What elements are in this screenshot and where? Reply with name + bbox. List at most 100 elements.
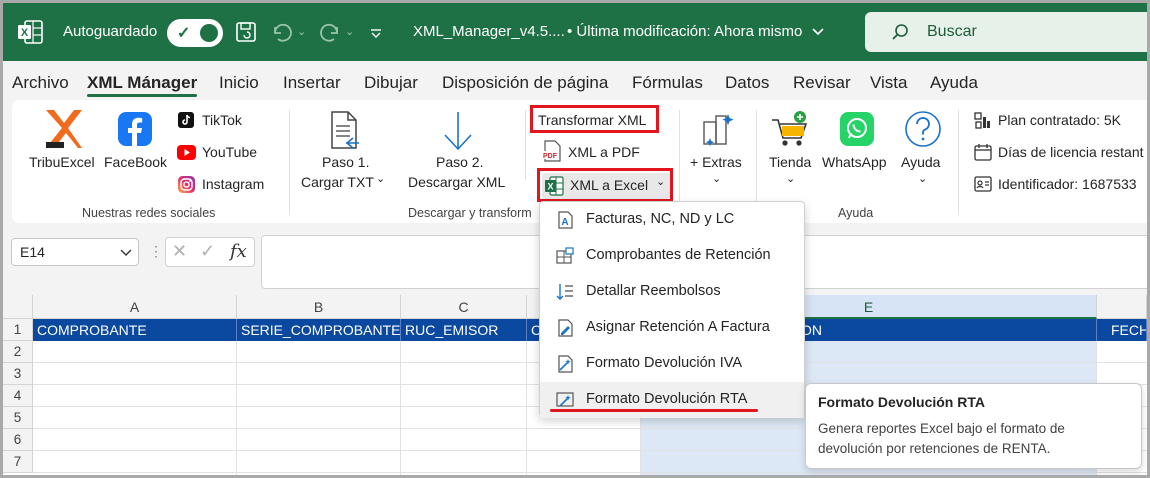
instagram-button[interactable]: Instagram [176, 174, 276, 196]
ayuda-button[interactable]: Ayuda ⌄ [896, 108, 950, 194]
svg-text:X: X [21, 27, 29, 39]
column-header-c[interactable]: C [401, 295, 527, 319]
chevron-down-icon: ⌄ [918, 173, 928, 185]
menu-item-label: Comprobantes de Retención [586, 247, 771, 263]
step1-label-2: Cargar TXT [301, 174, 374, 190]
row-header[interactable]: 1 [3, 319, 33, 341]
menu-item-label: Formato Devolución IVA [586, 355, 743, 371]
grid-line [33, 472, 1147, 473]
confirm-icon[interactable]: ✓ [200, 241, 215, 262]
youtube-icon [177, 145, 196, 160]
toggle-knob [200, 24, 218, 42]
header-cell-ruc[interactable]: RUC_EMISOR [401, 319, 527, 341]
undo-dropdown-icon[interactable]: ⌄ [297, 25, 306, 38]
tab-vista[interactable]: Vista [870, 73, 908, 93]
xml-pdf-button[interactable]: PDF XML a PDF [542, 140, 652, 166]
whatsapp-button[interactable]: WhatsApp [820, 108, 894, 194]
extras-button[interactable]: + Extras ⌄ [686, 108, 748, 194]
youtube-label: YouTube [202, 144, 258, 160]
menu-item-devolucion-rta[interactable]: Formato Devolución RTA [540, 382, 804, 418]
retention-grid-icon [556, 247, 574, 264]
search-box[interactable]: Buscar [865, 12, 1147, 52]
grid-line [400, 341, 401, 475]
assign-edit-icon [558, 319, 573, 337]
row-header[interactable]: 6 [3, 429, 33, 451]
row-header[interactable]: 2 [3, 341, 33, 363]
step1-label-1: Paso 1. [322, 154, 370, 170]
tiktok-button[interactable]: TikTok [176, 110, 276, 132]
name-box[interactable]: E14 [11, 238, 139, 266]
row-header[interactable]: 3 [3, 363, 33, 385]
tab-revisar[interactable]: Revisar [793, 73, 851, 93]
column-header-a[interactable]: A [33, 295, 237, 319]
license-days-info: Días de licencia restant [972, 142, 1147, 164]
header-cell-serie[interactable]: SERIE_COMPROBANTE [237, 319, 401, 341]
group-separator [289, 110, 290, 214]
tooltip: Formato Devolución RTA Genera reportes E… [805, 383, 1142, 469]
header-cell-comprobante[interactable]: COMPROBANTE [33, 319, 237, 341]
tribuexcel-button[interactable]: TribuExcel [24, 108, 100, 178]
autosave-toggle[interactable]: ✓ [167, 19, 223, 47]
chevron-down-icon [120, 249, 132, 256]
tab-archivo[interactable]: Archivo [12, 73, 69, 93]
highlight-box [537, 168, 673, 202]
select-all-corner[interactable] [3, 295, 33, 319]
column-header-f[interactable] [1097, 295, 1147, 319]
tab-xml-manager[interactable]: XML Mánager [87, 73, 197, 93]
tab-dibujar[interactable]: Dibujar [364, 73, 418, 93]
tab-formulas[interactable]: Fórmulas [632, 73, 703, 93]
cancel-icon[interactable]: ✕ [172, 241, 187, 262]
file-name[interactable]: XML_Manager_v4.5.... [413, 23, 565, 40]
tienda-label: Tienda [769, 154, 812, 170]
group-separator [525, 110, 526, 180]
tab-datos[interactable]: Datos [725, 73, 769, 93]
last-modified[interactable]: • Última modificación: Ahora mismo [567, 23, 802, 40]
step2-label-1: Paso 2. [436, 154, 484, 170]
menu-item-devolucion-iva[interactable]: Formato Devolución IVA [540, 346, 804, 382]
tab-disposicion[interactable]: Disposición de página [442, 73, 608, 93]
row-header[interactable]: 4 [3, 385, 33, 407]
group-separator [756, 110, 757, 214]
xml-excel-dropdown: A Facturas, NC, ND y LC Comprobantes de … [539, 201, 805, 418]
tooltip-body-line1: Genera reportes Excel bajo el formato de [818, 421, 1065, 436]
group-label-social: Nuestras redes sociales [82, 206, 216, 220]
tab-inicio[interactable]: Inicio [219, 73, 259, 93]
row-header[interactable]: 7 [3, 451, 33, 473]
undo-icon[interactable] [271, 21, 293, 43]
menu-item-label: Detallar Reembolsos [586, 283, 721, 299]
chevron-down-icon: ⌄ [376, 173, 386, 185]
whatsapp-icon [840, 112, 874, 146]
menu-item-reembolsos[interactable]: Detallar Reembolsos [540, 274, 804, 310]
menu-item-asignar-retencion[interactable]: Asignar Retención A Factura [540, 310, 804, 346]
row-header[interactable]: 5 [3, 407, 33, 429]
plan-chart-icon [974, 112, 990, 129]
magic-format-icon [558, 355, 573, 373]
magic-format-icon [556, 392, 574, 407]
id-card-icon [974, 176, 992, 192]
pdf-file-icon: PDF [542, 140, 561, 162]
descargar-xml-button[interactable]: Paso 2. Descargar XML [404, 108, 516, 194]
menu-item-comprobantes-retencion[interactable]: Comprobantes de Retención [540, 238, 804, 274]
save-icon[interactable] [235, 21, 257, 43]
header-cell-f[interactable]: FECH [1097, 319, 1147, 341]
tab-ayuda[interactable]: Ayuda [930, 73, 978, 93]
tab-insertar[interactable]: Insertar [283, 73, 341, 93]
download-arrow-icon [444, 112, 472, 151]
shopping-cart-icon [772, 111, 808, 146]
redo-icon[interactable] [319, 21, 341, 43]
redo-dropdown-icon[interactable]: ⌄ [345, 25, 354, 38]
drag-handle-icon[interactable]: ⋮ [149, 243, 163, 260]
highlight-box [530, 105, 659, 133]
chevron-down-icon[interactable] [811, 27, 825, 37]
cargar-txt-button[interactable]: Paso 1. Cargar TXT ⌄ [296, 108, 392, 194]
facebook-button[interactable]: FaceBook [102, 108, 168, 178]
tienda-button[interactable]: Tienda ⌄ [764, 108, 818, 194]
red-underline [550, 409, 758, 412]
help-question-icon [905, 111, 941, 147]
customize-toolbar-icon[interactable] [369, 29, 383, 39]
sort-list-icon [556, 284, 573, 300]
column-header-b[interactable]: B [237, 295, 401, 319]
menu-item-facturas[interactable]: A Facturas, NC, ND y LC [540, 202, 804, 238]
youtube-button[interactable]: YouTube [176, 142, 276, 164]
insert-function-icon[interactable]: fx [230, 241, 247, 262]
